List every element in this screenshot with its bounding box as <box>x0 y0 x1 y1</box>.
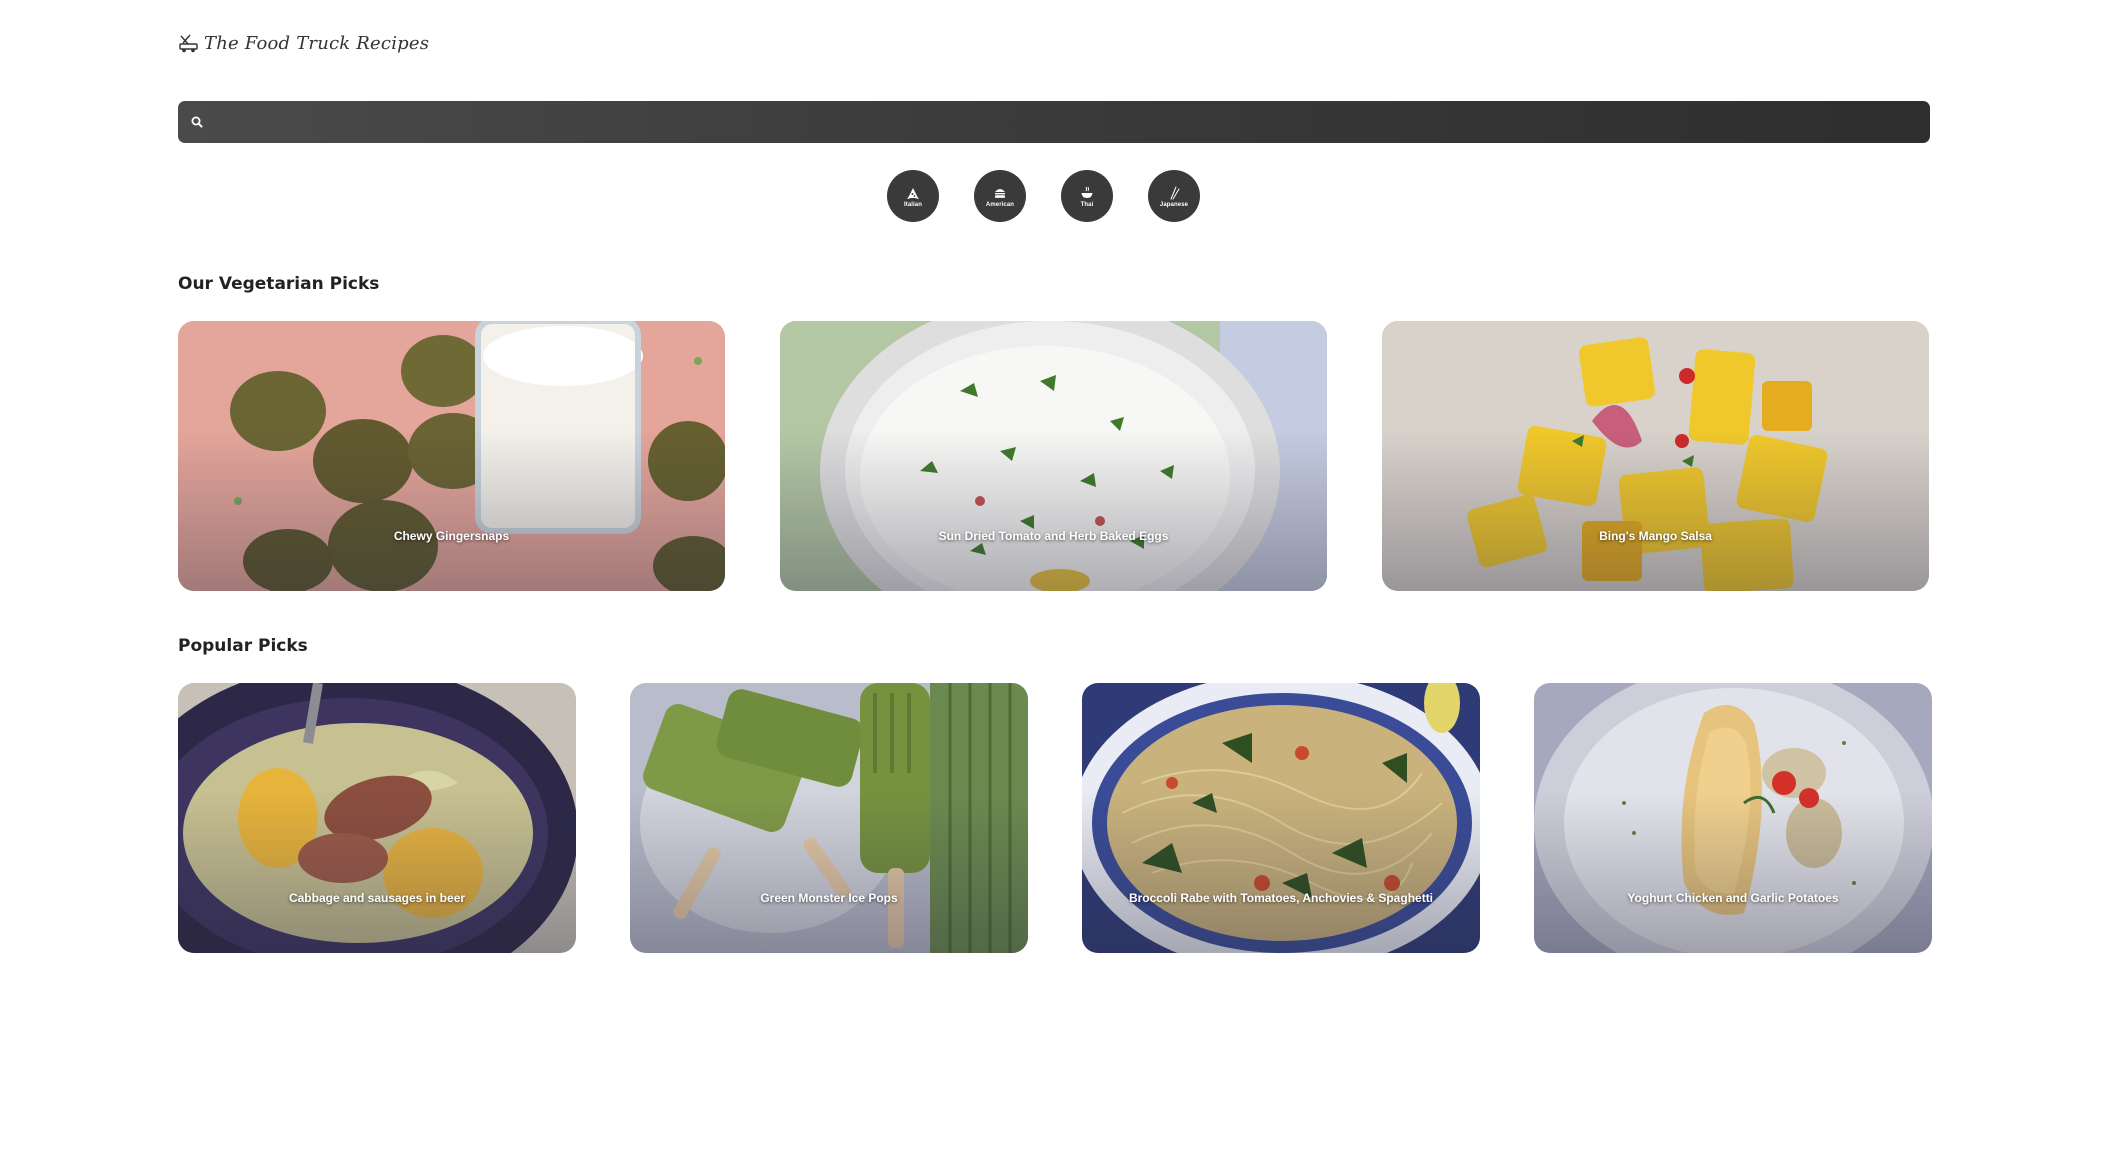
search-bar[interactable] <box>178 100 1930 144</box>
recipe-card[interactable]: Cabbage and sausages in beer <box>178 683 576 953</box>
category-label: Thai <box>1080 202 1094 208</box>
recipe-card[interactable]: Bing's Mango Salsa <box>1382 321 1929 591</box>
category-filters: Italian American Thai Japanese <box>887 170 1200 222</box>
pizza-icon <box>907 188 919 200</box>
bowl-icon <box>1081 186 1093 198</box>
recipe-card[interactable]: Chewy Gingersnaps <box>178 321 725 591</box>
category-japanese-button[interactable]: Japanese <box>1148 170 1200 222</box>
recipe-card[interactable]: Sun Dried Tomato and Herb Baked Eggs <box>780 321 1327 591</box>
category-label: Italian <box>903 202 923 208</box>
search-input[interactable] <box>204 100 1930 144</box>
recipe-card[interactable]: Broccoli Rabe with Tomatoes, Anchovies &… <box>1082 683 1480 953</box>
category-italian-button[interactable]: Italian <box>887 170 939 222</box>
burger-icon <box>995 189 1005 198</box>
recipe-title: Yoghurt Chicken and Garlic Potatoes <box>1627 891 1839 905</box>
vegetarian-section-title: Our Vegetarian Picks <box>178 274 380 294</box>
food-truck-icon <box>178 32 200 54</box>
category-label: Japanese <box>1159 202 1189 208</box>
page: The Food Truck Recipes Italian American … <box>0 0 2108 1160</box>
popular-picks-row: Cabbage and sausages in beer Green Monst… <box>178 683 1932 953</box>
recipe-card[interactable]: Green Monster Ice Pops <box>630 683 1028 953</box>
popular-section-title: Popular Picks <box>178 636 308 656</box>
chopsticks-icon <box>1170 186 1180 200</box>
vegetarian-picks-row: Chewy Gingersnaps Sun Dried Tomato and H… <box>178 321 1929 591</box>
site-title: The Food Truck Recipes <box>204 32 430 54</box>
recipe-title: Chewy Gingersnaps <box>393 529 510 543</box>
recipe-title: Green Monster Ice Pops <box>760 891 898 905</box>
category-label: American <box>985 202 1015 208</box>
search-icon <box>190 115 204 129</box>
recipe-card[interactable]: Yoghurt Chicken and Garlic Potatoes <box>1534 683 1932 953</box>
recipe-title: Sun Dried Tomato and Herb Baked Eggs <box>938 529 1169 543</box>
category-thai-button[interactable]: Thai <box>1061 170 1113 222</box>
category-american-button[interactable]: American <box>974 170 1026 222</box>
recipe-title: Bing's Mango Salsa <box>1599 529 1712 543</box>
site-logo[interactable]: The Food Truck Recipes <box>178 32 429 54</box>
recipe-title: Cabbage and sausages in beer <box>288 891 466 905</box>
recipe-title: Broccoli Rabe with Tomatoes, Anchovies &… <box>1128 891 1434 905</box>
